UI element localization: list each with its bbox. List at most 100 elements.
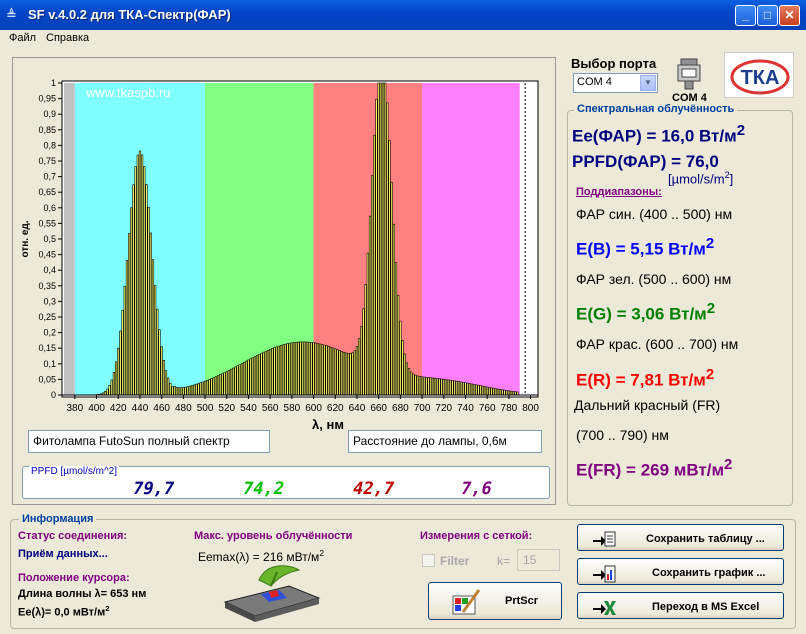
spectrum-bar (264, 350, 267, 396)
excel-button[interactable]: Переход в MS Excel (577, 592, 784, 619)
spectrum-bar (210, 378, 213, 396)
title-bar: ≜ SF v.4.0.2 для ТКА-Спектр(ФАР) _ □ ✕ (0, 0, 806, 30)
y-tick-label: 0,05 (38, 374, 56, 384)
spectrum-bar (457, 381, 461, 396)
spectrum-bar (266, 349, 270, 396)
spectrum-bar (247, 359, 250, 396)
spectrum-bar (418, 376, 421, 396)
menu-help[interactable]: Справка (46, 32, 89, 44)
spectrum-bar (227, 370, 231, 396)
spectrum-bar (119, 330, 122, 396)
spectrum-bar (232, 367, 235, 396)
x-tick-label: 700 (414, 403, 431, 414)
spectrum-bar (297, 341, 300, 396)
far-red-label: Дальний красный (FR) (574, 397, 721, 413)
spectrum-bar (136, 154, 139, 396)
spectrum-bar (262, 351, 265, 396)
spectrum-bar (436, 378, 439, 396)
spectrum-bar (112, 372, 115, 396)
spectrum-bar (197, 383, 200, 396)
spectrum-chart[interactable]: www.tkaspb.ru 380 400 420 440 460 480 500 520 540… (14, 58, 554, 436)
far-red-value: E(FR) = 269 мВт/м2 (576, 456, 733, 480)
prtscr-button[interactable]: PrtScr (428, 582, 562, 620)
x-tick-label: 540 (240, 403, 257, 414)
spectrum-bar (355, 346, 359, 396)
save-chart-button[interactable]: Сохранить график ... (577, 558, 784, 585)
spectrum-bar (225, 371, 228, 396)
minimize-button[interactable]: _ (735, 5, 756, 26)
spectrum-bar (271, 348, 274, 396)
spectrum-bar (353, 350, 356, 396)
sensor-chip-icon (223, 565, 321, 622)
spectrum-bar (403, 353, 406, 396)
excel-label: Переход в MS Excel (652, 601, 760, 613)
spectrum-bar (175, 386, 178, 396)
spectrum-bar (470, 383, 474, 396)
ppfd-par-unit: [µmol/s/m2] (668, 170, 734, 187)
lamp-name-field[interactable]: Фитолампа FutoSun полный спектр (28, 430, 270, 453)
spectrum-bar (221, 373, 224, 396)
maximize-button[interactable]: □ (757, 5, 778, 26)
connection-status-value: Приём данных... (18, 548, 108, 560)
spectrum-bar (503, 389, 506, 396)
spectrum-bar (477, 384, 480, 396)
blue-range-label: ФАР син. (400 .. 500) нм (576, 206, 733, 222)
y-tick-label: 0,65 (38, 187, 56, 197)
distance-field[interactable]: Расстояние до лампы, 0,6м (348, 430, 542, 453)
port-label: Выбор порта (571, 56, 657, 71)
spectrum-bar (447, 379, 450, 396)
x-tick-label: 400 (88, 403, 105, 414)
y-tick-label: 0,45 (38, 250, 56, 260)
x-tick-label: 480 (175, 403, 192, 414)
y-tick-label: 1 (51, 78, 56, 88)
prtscr-label: PrtScr (505, 595, 539, 607)
spectrum-bar (512, 391, 515, 396)
save-table-label: Сохранить таблицу ... (646, 533, 765, 545)
spectrum-bar (434, 377, 437, 396)
chevron-down-icon[interactable]: ▼ (640, 75, 656, 91)
spectral-band-0 (64, 83, 75, 395)
spectrum-bar (410, 371, 413, 396)
x-tick-label: 760 (479, 403, 496, 414)
k-input[interactable]: 15 (517, 549, 560, 571)
spectrum-bar (342, 351, 346, 396)
spectrum-bar (464, 382, 467, 396)
spectrum-bar (234, 366, 237, 396)
spectrum-bar (318, 343, 322, 396)
spectrum-bar (216, 375, 220, 396)
paint-icon (452, 589, 481, 615)
ppfd-blue-value: 79,7 (130, 479, 177, 499)
spectrum-bar (223, 372, 226, 396)
ppfd-far-red-value: 7,6 (458, 479, 494, 499)
spectrum-bar (492, 387, 495, 396)
filter-checkbox[interactable] (422, 554, 435, 567)
spectrum-bar (494, 388, 497, 396)
spectrum-bar (173, 385, 176, 396)
cursor-wavelength: Длина волны λ= 653 нм (18, 588, 147, 600)
x-tick-label: 640 (349, 403, 366, 414)
port-select[interactable]: COM 4 ▼ (573, 73, 658, 93)
menu-file[interactable]: Файл (9, 32, 36, 44)
x-tick-label: 680 (392, 403, 409, 414)
watermark: www.tkaspb.ru (85, 85, 171, 100)
spectrum-bar (460, 381, 463, 396)
cursor-position-label: Положение курсора: (18, 572, 130, 584)
app-icon[interactable]: ≜ (6, 7, 22, 23)
spectrum-bar (301, 341, 304, 396)
y-tick-label: 0,2 (43, 328, 56, 338)
spectrum-bar (130, 207, 133, 396)
green-value: E(G) = 3,06 Вт/м2 (576, 300, 716, 324)
spectrum-bar (334, 348, 337, 396)
spectrum-bar (295, 341, 298, 396)
k-label: k= (497, 554, 511, 568)
spectrum-bar (195, 383, 198, 396)
spectrum-bar (199, 382, 202, 396)
close-button[interactable]: ✕ (779, 5, 800, 26)
x-tick-label: 560 (262, 403, 279, 414)
ppfd-red-value: 42,7 (350, 479, 397, 499)
spectrum-bar (108, 385, 111, 396)
spectrum-bar (164, 370, 168, 396)
y-tick-label: 0,6 (43, 203, 56, 213)
save-table-button[interactable]: Сохранить таблицу ... (577, 524, 784, 551)
spectrum-bar (167, 377, 170, 396)
